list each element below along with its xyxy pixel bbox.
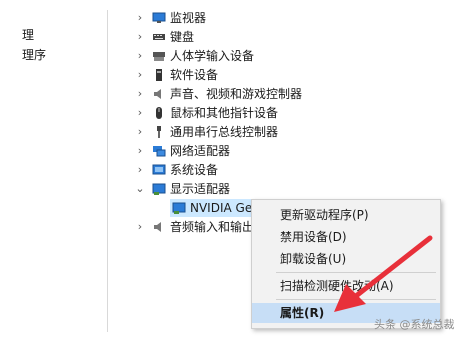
monitor-icon xyxy=(152,12,166,23)
left-pane-item[interactable]: 理 xyxy=(22,26,34,43)
tree-item-system[interactable]: › 系统设备 xyxy=(108,161,472,179)
chevron-down-icon[interactable]: ⌄ xyxy=(134,182,146,196)
chevron-right-icon[interactable]: › xyxy=(134,144,146,158)
display-adapter-icon xyxy=(152,183,166,195)
mouse-icon xyxy=(156,107,162,119)
menu-separator xyxy=(276,299,436,300)
tree-item-label: 音频输入和输出 xyxy=(170,220,255,234)
left-pane-item[interactable]: 理序 xyxy=(22,46,46,63)
chevron-right-icon[interactable]: › xyxy=(134,11,146,25)
chevron-right-icon[interactable]: › xyxy=(134,30,146,44)
tree-item-label: 显示适配器 xyxy=(170,182,231,196)
chevron-right-icon[interactable]: › xyxy=(134,163,146,177)
menu-item-disable-device[interactable]: 禁用设备(D) xyxy=(252,227,440,247)
network-adapter-icon xyxy=(153,146,166,157)
chevron-right-icon[interactable]: › xyxy=(134,125,146,139)
menu-separator xyxy=(276,272,436,273)
tree-item-monitor[interactable]: › 监视器 xyxy=(108,9,472,27)
chevron-right-icon[interactable]: › xyxy=(134,106,146,120)
chevron-right-icon[interactable]: › xyxy=(134,68,146,82)
menu-item-uninstall-device[interactable]: 卸载设备(U) xyxy=(252,249,440,269)
menu-item-label: 更新驱动程序(P) xyxy=(280,208,369,222)
tree-item-label: 通用串行总线控制器 xyxy=(170,125,279,139)
display-adapter-icon xyxy=(172,202,186,214)
speaker-icon xyxy=(154,222,161,232)
tree-item-keyboard[interactable]: › 键盘 xyxy=(108,28,472,46)
menu-item-label: 禁用设备(D) xyxy=(280,230,347,244)
menu-item-label: 卸载设备(U) xyxy=(280,252,347,266)
tree-item-hid[interactable]: › 人体学输入设备 xyxy=(108,47,472,65)
tree-item-label: 软件设备 xyxy=(170,68,219,82)
chevron-right-icon[interactable]: › xyxy=(134,87,146,101)
menu-item-update-driver[interactable]: 更新驱动程序(P) xyxy=(252,205,440,225)
tree-item-display-adapter[interactable]: ⌄ 显示适配器 xyxy=(108,180,472,198)
tree-item-network[interactable]: › 网络适配器 xyxy=(108,142,472,160)
tree-item-label: 人体学输入设备 xyxy=(170,49,255,63)
menu-item-label: 扫描检测硬件改动(A) xyxy=(280,279,394,293)
tree-item-label: 键盘 xyxy=(170,30,195,44)
left-pane: 理 理序 xyxy=(0,0,107,342)
tree-item-mouse[interactable]: › 鼠标和其他指针设备 xyxy=(108,104,472,122)
chevron-right-icon[interactable]: › xyxy=(134,49,146,63)
menu-item-scan-hardware[interactable]: 扫描检测硬件改动(A) xyxy=(252,276,440,296)
context-menu: 更新驱动程序(P) 禁用设备(D) 卸载设备(U) 扫描检测硬件改动(A) 属性… xyxy=(251,199,441,329)
menu-item-label: 属性(R) xyxy=(280,306,325,320)
tree-item-sound[interactable]: › 声音、视频和游戏控制器 xyxy=(108,85,472,103)
tree-item-label: 声音、视频和游戏控制器 xyxy=(170,87,303,101)
watermark: 头条 @系统总裁 xyxy=(374,318,455,331)
tree-item-label: 鼠标和其他指针设备 xyxy=(170,106,279,120)
software-device-icon xyxy=(156,69,162,81)
tree-item-software-device[interactable]: › 软件设备 xyxy=(108,66,472,84)
hid-icon xyxy=(153,52,165,61)
tree-item-usb[interactable]: › 通用串行总线控制器 xyxy=(108,123,472,141)
speaker-icon xyxy=(154,89,161,99)
tree-item-label: 网络适配器 xyxy=(170,144,231,158)
tree-item-label: 监视器 xyxy=(170,11,207,25)
usb-icon xyxy=(157,126,161,138)
chevron-right-icon[interactable]: › xyxy=(134,220,146,234)
tree-item-label: 系统设备 xyxy=(170,163,219,177)
system-device-icon xyxy=(152,164,166,175)
keyboard-icon xyxy=(153,34,165,40)
